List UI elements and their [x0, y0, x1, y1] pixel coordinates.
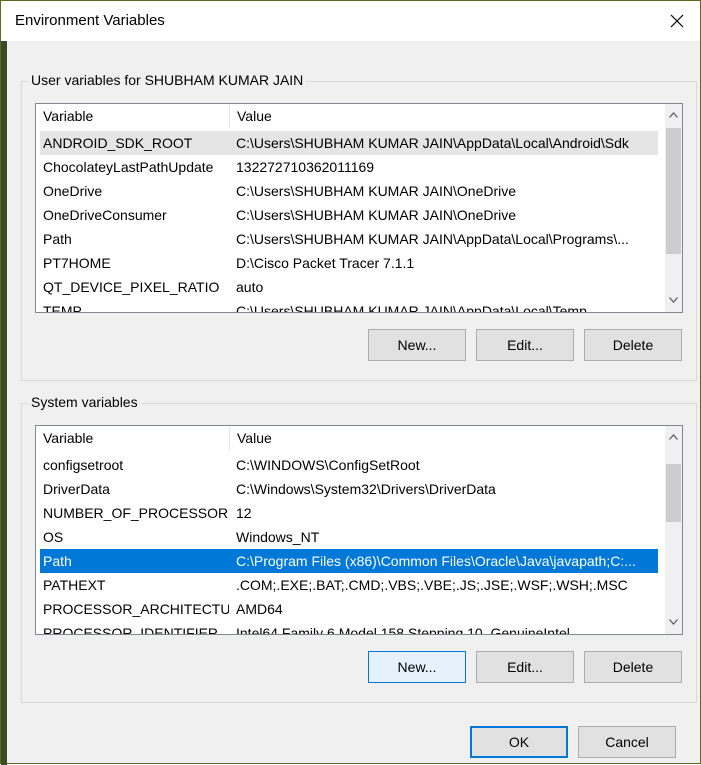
- variable-value: C:\Users\SHUBHAM KUMAR JAIN\OneDrive: [236, 207, 517, 223]
- close-icon: [670, 14, 684, 28]
- column-header-variable[interactable]: Variable: [36, 104, 229, 128]
- column-header-variable[interactable]: Variable: [36, 426, 229, 450]
- variable-value: C:\Users\SHUBHAM KUMAR JAIN\AppData\Loca…: [236, 231, 629, 247]
- list-header: Variable Value: [36, 104, 682, 128]
- system-list-scrollbar[interactable]: [665, 426, 682, 634]
- list-item[interactable]: PATHEXT .COM;.EXE;.BAT;.CMD;.VBS;.VBE;.JS…: [40, 573, 658, 597]
- list-item[interactable]: NUMBER_OF_PROCESSORS 12: [40, 501, 658, 525]
- scroll-down-arrow[interactable]: [665, 291, 682, 308]
- user-list-scrollbar[interactable]: [665, 104, 682, 312]
- variable-value: C:\WINDOWS\ConfigSetRoot: [236, 457, 420, 473]
- list-item[interactable]: OneDrive C:\Users\SHUBHAM KUMAR JAIN\OneD…: [40, 179, 658, 203]
- chevron-down-icon: [669, 618, 678, 625]
- variable-name: configsetroot: [43, 457, 124, 473]
- variable-name: PROCESSOR_ARCHITECTU...: [43, 601, 229, 617]
- window-title: Environment Variables: [15, 12, 165, 29]
- ok-button[interactable]: OK: [470, 726, 568, 758]
- list-item[interactable]: configsetroot C:\WINDOWS\ConfigSetRoot: [40, 453, 658, 477]
- user-edit-button[interactable]: Edit...: [476, 329, 574, 361]
- variable-value: D:\Cisco Packet Tracer 7.1.1: [236, 255, 415, 271]
- column-header-value[interactable]: Value: [230, 104, 660, 128]
- variable-value: Windows_NT: [236, 529, 320, 545]
- chevron-down-icon: [669, 296, 678, 303]
- scroll-thumb[interactable]: [666, 128, 681, 254]
- variable-name: Path: [43, 553, 72, 569]
- chevron-up-icon: [669, 433, 678, 440]
- user-variables-label: User variables for SHUBHAM KUMAR JAIN: [28, 72, 307, 88]
- list-item[interactable]: PT7HOME D:\Cisco Packet Tracer 7.1.1: [40, 251, 658, 275]
- scroll-thumb[interactable]: [666, 464, 681, 522]
- title-bar[interactable]: Environment Variables: [1, 1, 700, 41]
- variable-value: Intel64 Family 6 Model 158 Stepping 10, …: [236, 625, 570, 635]
- list-item[interactable]: Path C:\Users\SHUBHAM KUMAR JAIN\AppData\…: [40, 227, 658, 251]
- user-delete-button[interactable]: Delete: [584, 329, 682, 361]
- chevron-up-icon: [669, 111, 678, 118]
- column-header-value[interactable]: Value: [230, 426, 660, 450]
- list-item[interactable]: DriverData C:\Windows\System32\Drivers\Dr…: [40, 477, 658, 501]
- variable-name: Path: [43, 231, 72, 247]
- variable-name: ChocolateyLastPathUpdate: [43, 159, 214, 175]
- list-item[interactable]: PROCESSOR_IDENTIFIER Intel64 Family 6 Mod…: [40, 621, 658, 635]
- variable-name: DriverData: [43, 481, 110, 497]
- environment-variables-dialog: Environment Variables User variables for…: [0, 0, 701, 765]
- variable-value: C:\Users\SHUBHAM KUMAR JAIN\AppData\Loca…: [236, 303, 587, 313]
- system-edit-button[interactable]: Edit...: [476, 651, 574, 683]
- list-item[interactable]: ANDROID_SDK_ROOT C:\Users\SHUBHAM KUMAR J…: [40, 131, 658, 155]
- variable-name: OneDrive: [43, 183, 103, 199]
- list-header: Variable Value: [36, 426, 682, 450]
- variable-name: QT_DEVICE_PIXEL_RATIO: [43, 279, 220, 295]
- variable-name: TEMP: [43, 303, 82, 313]
- variable-value: C:\Users\SHUBHAM KUMAR JAIN\AppData\Loca…: [236, 135, 629, 151]
- variable-name: PT7HOME: [43, 255, 111, 271]
- list-item[interactable]: Path C:\Program Files (x86)\Common Files\…: [40, 549, 658, 573]
- list-item[interactable]: ChocolateyLastPathUpdate 1322727103620111…: [40, 155, 658, 179]
- system-variables-label: System variables: [28, 394, 141, 410]
- variable-name: PATHEXT: [43, 577, 106, 593]
- variable-value: 132272710362011169: [236, 159, 375, 175]
- system-variables-list[interactable]: Variable Value configsetroot C:\WINDOWS\C…: [35, 425, 683, 635]
- variable-name: PROCESSOR_IDENTIFIER: [43, 625, 219, 635]
- list-item[interactable]: OS Windows_NT: [40, 525, 658, 549]
- variable-value: C:\Users\SHUBHAM KUMAR JAIN\OneDrive: [236, 183, 517, 199]
- variable-value: 12: [236, 505, 252, 521]
- user-variables-list[interactable]: Variable Value ANDROID_SDK_ROOT C:\Users\…: [35, 103, 683, 313]
- cancel-button[interactable]: Cancel: [578, 726, 676, 758]
- list-item[interactable]: PROCESSOR_ARCHITECTU... AMD64: [40, 597, 658, 621]
- variable-name: OneDriveConsumer: [43, 207, 167, 223]
- variable-value: .COM;.EXE;.BAT;.CMD;.VBS;.VBE;.JS;.JSE;.…: [236, 577, 628, 593]
- variable-value: AMD64: [236, 601, 283, 617]
- scroll-down-arrow[interactable]: [665, 613, 682, 630]
- variable-name: OS: [43, 529, 64, 545]
- user-new-button[interactable]: New...: [368, 329, 466, 361]
- close-button[interactable]: [654, 1, 700, 41]
- variable-value: C:\Program Files (x86)\Common Files\Orac…: [236, 553, 636, 569]
- scroll-up-arrow[interactable]: [665, 428, 682, 445]
- scroll-up-arrow[interactable]: [665, 106, 682, 123]
- background-window-edge: [1, 41, 7, 765]
- list-item[interactable]: TEMP C:\Users\SHUBHAM KUMAR JAIN\AppData\…: [40, 299, 658, 313]
- variable-name: NUMBER_OF_PROCESSORS: [43, 505, 229, 521]
- variable-value: C:\Windows\System32\Drivers\DriverData: [236, 481, 496, 497]
- system-new-button[interactable]: New...: [368, 651, 466, 683]
- list-item[interactable]: QT_DEVICE_PIXEL_RATIO auto: [40, 275, 658, 299]
- system-delete-button[interactable]: Delete: [584, 651, 682, 683]
- variable-value: auto: [236, 279, 264, 295]
- list-item[interactable]: OneDriveConsumer C:\Users\SHUBHAM KUMAR J…: [40, 203, 658, 227]
- variable-name: ANDROID_SDK_ROOT: [43, 135, 193, 151]
